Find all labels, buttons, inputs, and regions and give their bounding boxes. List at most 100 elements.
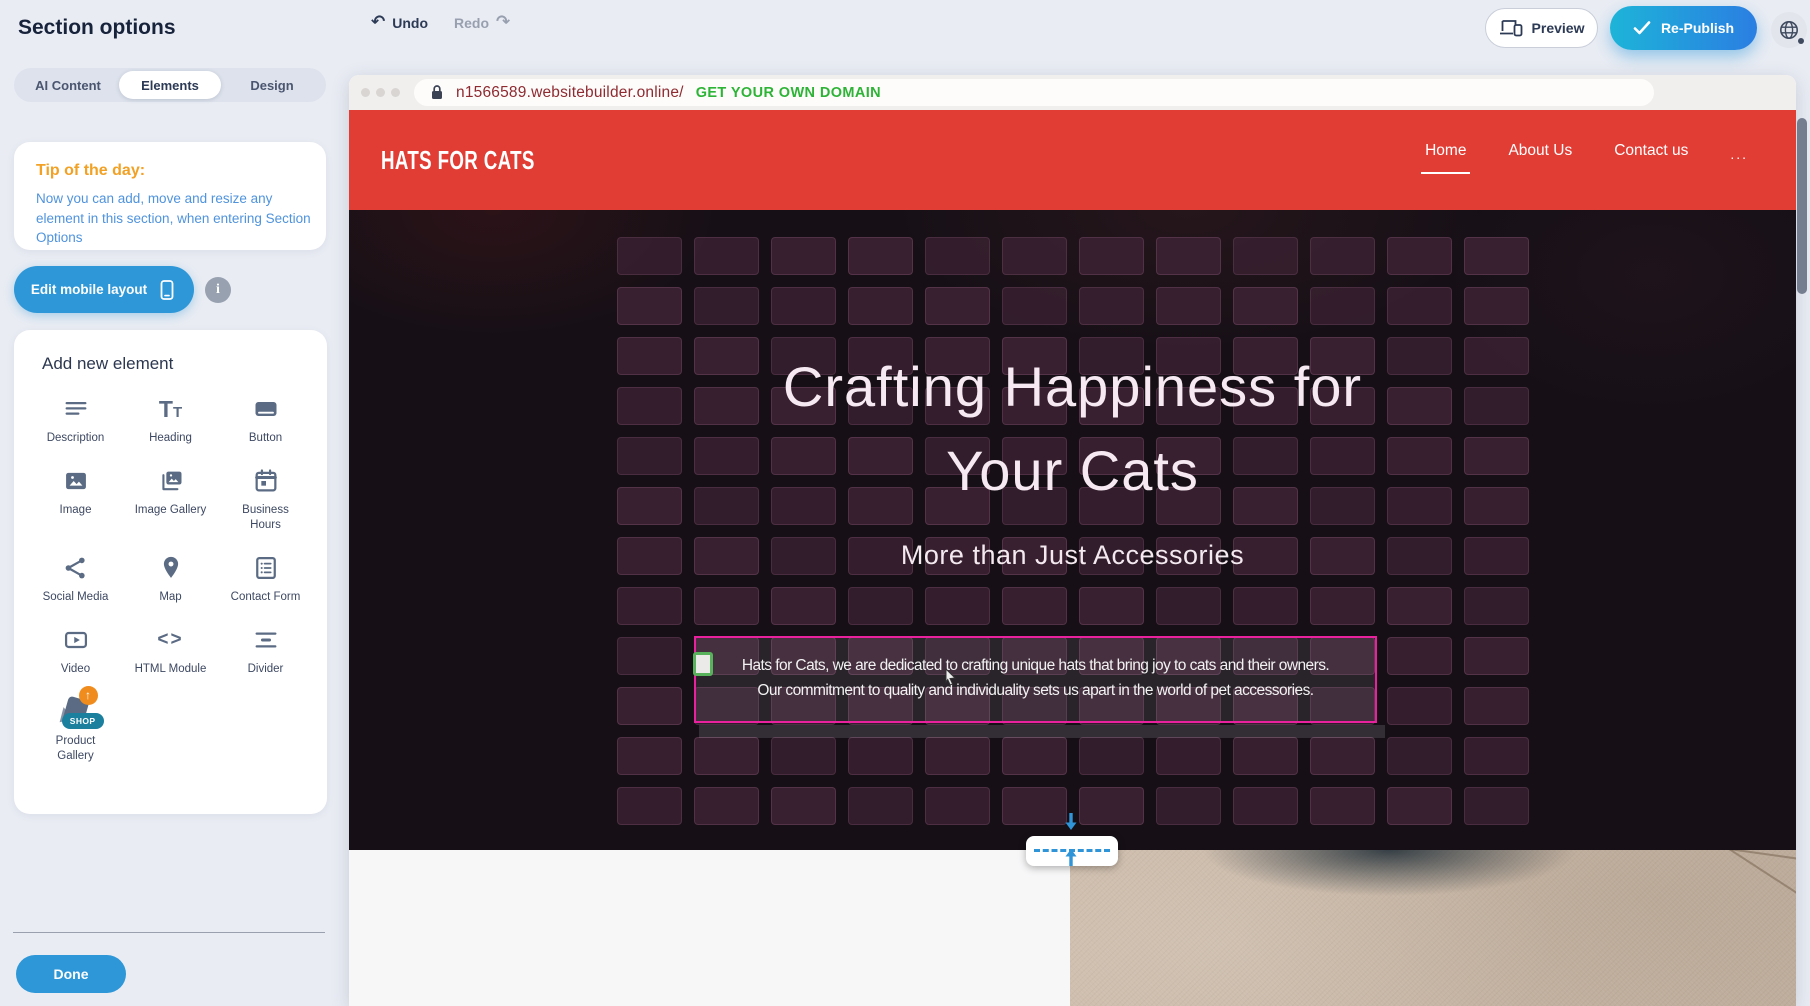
element-item-business-hours[interactable]: Business Hours bbox=[218, 466, 313, 533]
element-label: Contact Form bbox=[231, 590, 301, 605]
element-label: Video bbox=[61, 662, 90, 677]
tip-title: Tip of the day: bbox=[36, 162, 304, 180]
undo-icon: ↶ bbox=[371, 14, 385, 31]
preview-label: Preview bbox=[1532, 20, 1585, 36]
contact-form-icon bbox=[244, 553, 288, 583]
add-element-title: Add new element bbox=[42, 354, 313, 374]
redo-button[interactable]: Redo ↷ bbox=[454, 14, 510, 31]
shop-badge: SHOP bbox=[62, 713, 104, 729]
element-item-social-media[interactable]: Social Media bbox=[28, 553, 123, 605]
tip-of-the-day-card: Tip of the day: Now you can add, move an… bbox=[14, 142, 326, 250]
element-label: Description bbox=[47, 431, 105, 446]
app-root: Section options AI Content Elements Desi… bbox=[0, 0, 1810, 1006]
mouse-cursor bbox=[943, 668, 959, 691]
next-section[interactable] bbox=[349, 850, 1796, 1006]
heading-icon: TT bbox=[149, 394, 193, 424]
element-item-heading[interactable]: TT Heading bbox=[123, 394, 218, 446]
get-domain-link[interactable]: GET YOUR OWN DOMAIN bbox=[696, 85, 881, 101]
nav-contact-us[interactable]: Contact us bbox=[1614, 142, 1688, 166]
republish-label: Re-Publish bbox=[1661, 20, 1734, 36]
html-code-icon: <> bbox=[149, 625, 193, 655]
republish-button[interactable]: Re-Publish bbox=[1610, 6, 1757, 50]
check-icon bbox=[1633, 21, 1651, 35]
element-label: Image bbox=[60, 503, 92, 518]
business-hours-icon bbox=[244, 466, 288, 496]
element-item-contact-form[interactable]: Contact Form bbox=[218, 553, 313, 605]
divider-icon bbox=[244, 625, 288, 655]
element-label: Divider bbox=[248, 662, 284, 677]
preview-button[interactable]: Preview bbox=[1485, 8, 1598, 48]
site-logo[interactable]: HATS FOR CATS bbox=[381, 145, 535, 176]
social-media-icon bbox=[54, 553, 98, 583]
undo-button[interactable]: ↶ Undo bbox=[371, 14, 428, 31]
phone-icon bbox=[157, 279, 177, 301]
done-button[interactable]: Done bbox=[16, 955, 126, 993]
hero-heading[interactable]: Crafting Happiness for Your Cats bbox=[349, 345, 1796, 513]
edit-mobile-label: Edit mobile layout bbox=[31, 282, 147, 297]
element-label: Product Gallery bbox=[37, 734, 115, 764]
redo-icon: ↷ bbox=[496, 14, 510, 31]
drag-handle[interactable] bbox=[693, 652, 713, 676]
nav-about-us[interactable]: About Us bbox=[1508, 142, 1572, 166]
element-item-divider[interactable]: Divider bbox=[218, 625, 313, 677]
element-item-description[interactable]: Description bbox=[28, 394, 123, 446]
selected-description-element[interactable]: Hats for Cats, we are dedicated to craft… bbox=[694, 636, 1377, 723]
element-item-image[interactable]: Image bbox=[28, 466, 123, 533]
image-gallery-icon bbox=[149, 466, 193, 496]
element-label: Heading bbox=[149, 431, 192, 446]
site-canvas: n1566589.websitebuilder.online/ GET YOUR… bbox=[349, 75, 1796, 1006]
element-label: Business Hours bbox=[227, 503, 305, 533]
button-icon bbox=[244, 394, 288, 424]
undo-label: Undo bbox=[392, 15, 428, 31]
panel-title: Section options bbox=[18, 16, 176, 40]
info-icon[interactable]: i bbox=[205, 277, 231, 303]
nav-more-button[interactable]: ... bbox=[1730, 146, 1748, 162]
element-item-button[interactable]: Button bbox=[218, 394, 313, 446]
element-grid: Description TT Heading Button Image Image Gal… bbox=[28, 394, 313, 764]
element-item-video[interactable]: Video bbox=[28, 625, 123, 677]
edit-mobile-layout-button[interactable]: Edit mobile layout bbox=[14, 266, 194, 313]
hero-subheading[interactable]: More than Just Accessories bbox=[349, 540, 1796, 571]
image-icon bbox=[54, 466, 98, 496]
video-icon bbox=[54, 625, 98, 655]
tab-ai-content[interactable]: AI Content bbox=[17, 71, 119, 99]
product-gallery-icon: ↑SHOP bbox=[54, 697, 98, 727]
hero-section[interactable]: Crafting Happiness for Your Cats More th… bbox=[349, 210, 1796, 850]
element-label: Button bbox=[249, 431, 282, 446]
element-item-html-module[interactable]: <> HTML Module bbox=[123, 625, 218, 677]
panel-divider bbox=[13, 932, 325, 933]
element-item-image-gallery[interactable]: Image Gallery bbox=[123, 466, 218, 533]
add-element-card: Add new element Description TT Heading Butt… bbox=[14, 330, 327, 814]
paving-image bbox=[1070, 850, 1796, 1006]
map-pin-icon bbox=[149, 553, 193, 583]
text-lines-icon bbox=[54, 394, 98, 424]
devices-icon bbox=[1499, 19, 1523, 37]
tab-elements[interactable]: Elements bbox=[119, 71, 221, 99]
browser-dots-icon bbox=[361, 88, 400, 97]
element-label: HTML Module bbox=[135, 662, 207, 677]
lock-icon bbox=[430, 84, 444, 101]
redo-label: Redo bbox=[454, 15, 489, 31]
element-drop-indicator bbox=[699, 725, 1385, 738]
nav-home[interactable]: Home bbox=[1425, 142, 1466, 166]
panel-tabs: AI Content Elements Design bbox=[14, 68, 326, 102]
element-item-map[interactable]: Map bbox=[123, 553, 218, 605]
globe-badge-dot bbox=[1798, 38, 1804, 44]
resize-arrow-up-icon bbox=[1063, 847, 1079, 872]
tab-design[interactable]: Design bbox=[221, 71, 323, 99]
site-url[interactable]: n1566589.websitebuilder.online/ bbox=[456, 84, 684, 102]
resize-arrow-down-icon bbox=[1063, 812, 1079, 837]
url-bar[interactable]: n1566589.websitebuilder.online/ GET YOUR… bbox=[414, 79, 1654, 106]
canvas-scrollbar[interactable] bbox=[1797, 118, 1807, 294]
hero-description[interactable]: Hats for Cats, we are dedicated to craft… bbox=[706, 653, 1365, 703]
browser-bar: n1566589.websitebuilder.online/ GET YOUR… bbox=[349, 75, 1796, 110]
globe-icon bbox=[1778, 19, 1800, 41]
tip-body: Now you can add, move and resize any ele… bbox=[36, 189, 316, 248]
element-label: Image Gallery bbox=[135, 503, 207, 518]
element-label: Social Media bbox=[43, 590, 109, 605]
site-header: HATS FOR CATS Home About Us Contact us .… bbox=[349, 110, 1796, 210]
element-item-product-gallery[interactable]: ↑SHOP Product Gallery bbox=[28, 697, 123, 764]
language-globe-button[interactable] bbox=[1771, 12, 1807, 48]
element-label: Map bbox=[159, 590, 181, 605]
site-nav: Home About Us Contact us ... bbox=[1425, 142, 1748, 166]
